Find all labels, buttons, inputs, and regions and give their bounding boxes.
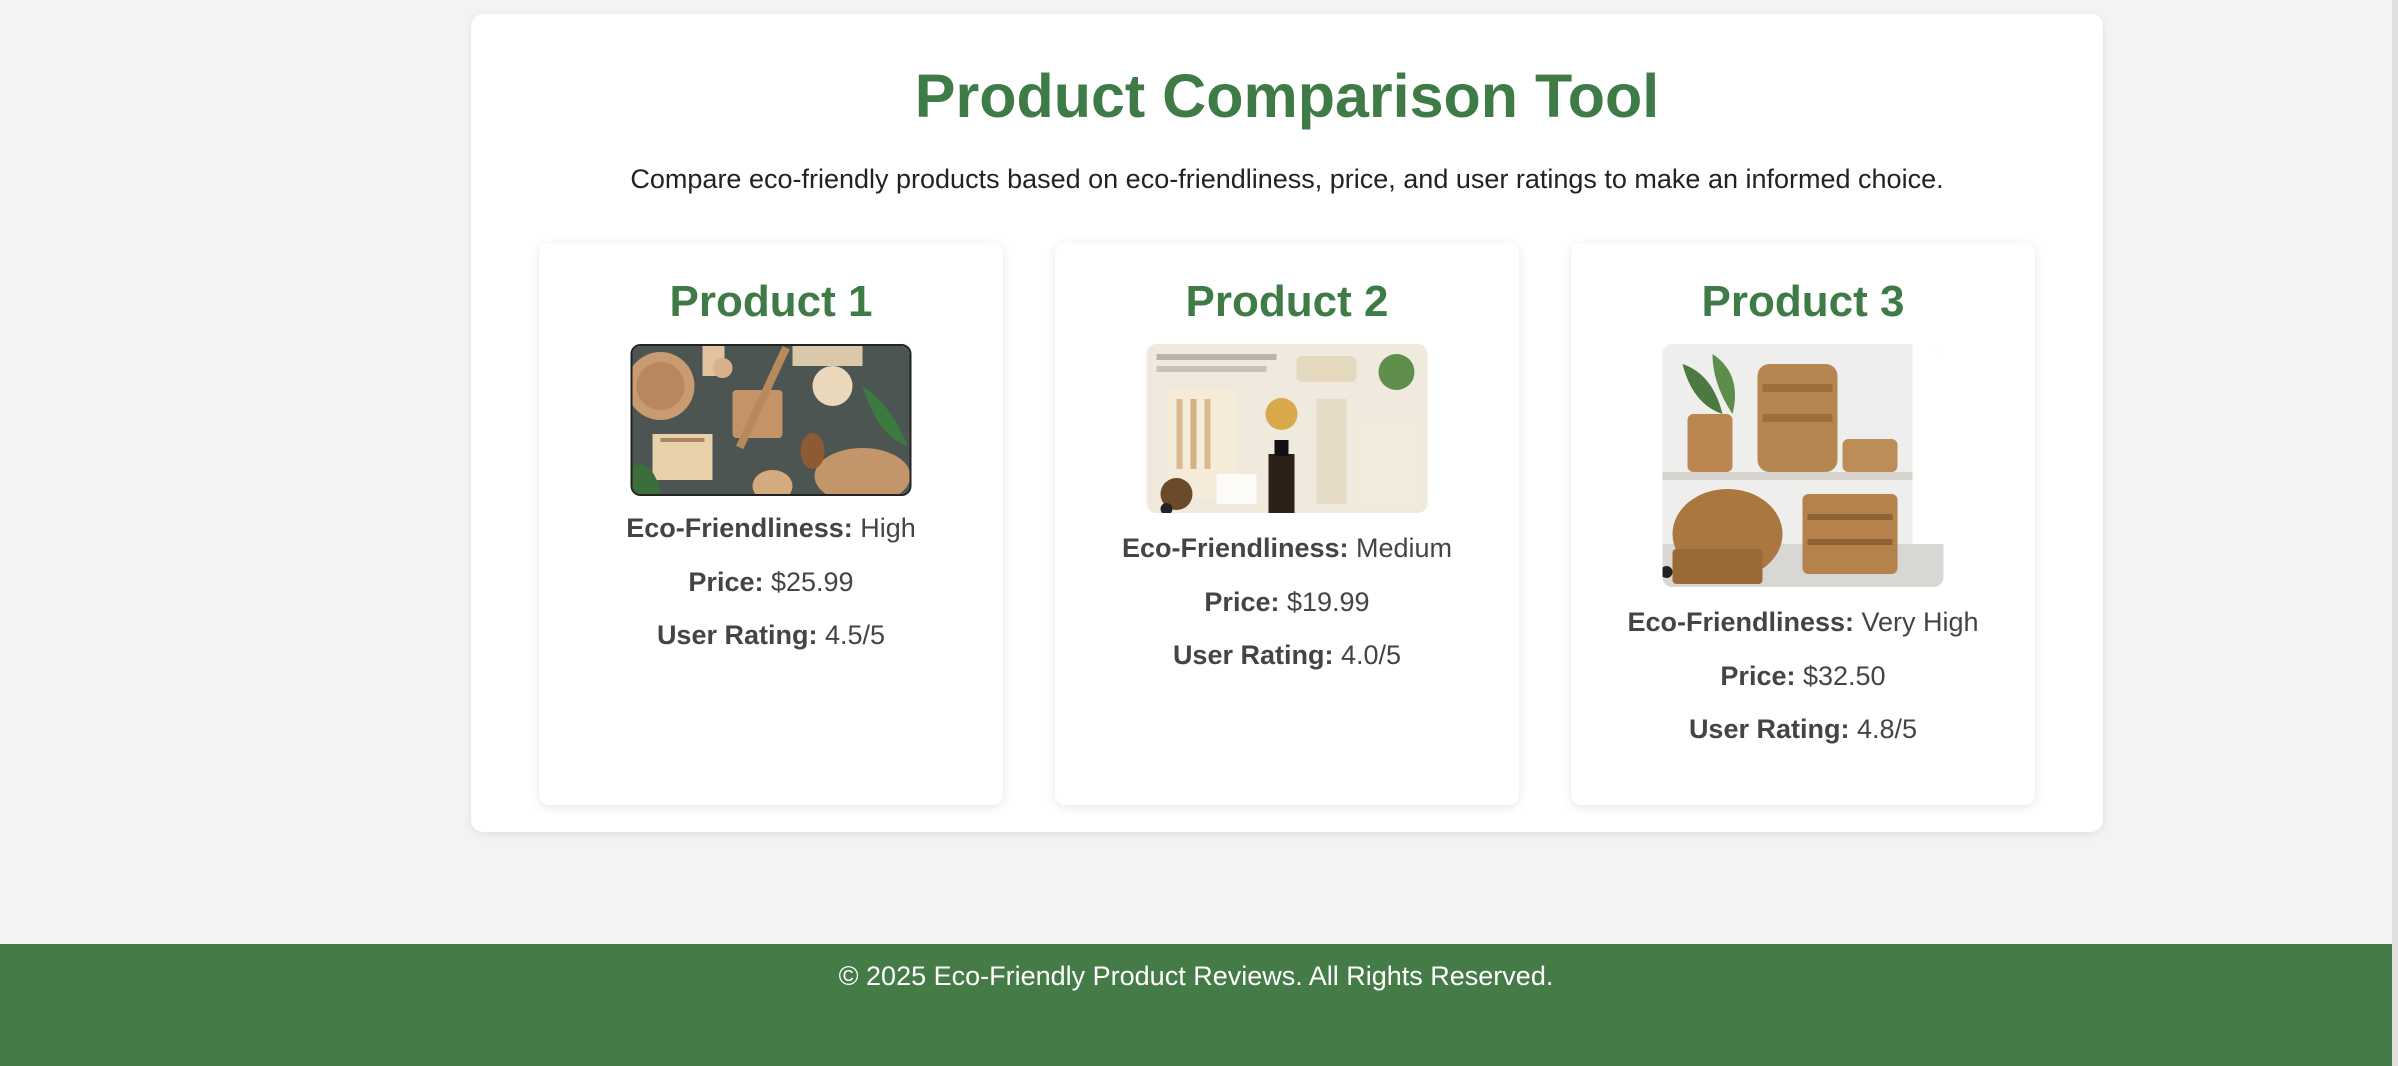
price-row: Price: $19.99 (1055, 587, 1519, 618)
rating-label: User Rating: (656, 620, 818, 650)
eco-label: Eco-Friendliness: (1627, 607, 1854, 637)
rating-row: User Rating: 4.8/5 (1571, 714, 2035, 745)
eco-value: Medium (1356, 533, 1453, 563)
footer: © 2025 Eco-Friendly Product Reviews. All… (0, 944, 2392, 1066)
page-title: Product Comparison Tool (914, 62, 1660, 130)
product-image (1146, 344, 1428, 513)
product-image (630, 344, 912, 496)
eco-value: High (860, 513, 916, 543)
price-label: Price: (1720, 661, 1796, 691)
eco-friendliness-row: Eco-Friendliness: High (539, 513, 1003, 544)
rating-row: User Rating: 4.5/5 (539, 620, 1003, 651)
rating-value: 4.5/5 (824, 620, 886, 650)
rating-label: User Rating: (1172, 640, 1334, 670)
rating-value: 4.8/5 (1856, 714, 1918, 744)
rating-row: User Rating: 4.0/5 (1055, 640, 1519, 671)
eco-friendliness-row: Eco-Friendliness: Very High (1571, 607, 2035, 638)
price-value: $32.50 (1802, 661, 1886, 691)
price-value: $25.99 (770, 567, 854, 597)
product-card-1: Product 1 Eco-Friendliness: High Price: … (539, 243, 1003, 805)
rating-label: User Rating: (1688, 714, 1850, 744)
comparison-container: Product Comparison Tool Compare eco-frie… (471, 14, 2103, 832)
product-title: Product 1 (669, 277, 873, 326)
rating-value: 4.0/5 (1340, 640, 1402, 670)
eco-label: Eco-Friendliness: (626, 513, 853, 543)
eco-value: Very High (1861, 607, 1979, 637)
product-card-3: Product 3 Eco-Friendliness: Very High Pr… (1571, 243, 2035, 805)
price-label: Price: (1204, 587, 1280, 617)
product-image (1662, 344, 1944, 587)
price-row: Price: $25.99 (539, 567, 1003, 598)
price-row: Price: $32.50 (1571, 661, 2035, 692)
page-subtitle: Compare eco-friendly products based on e… (630, 164, 1944, 194)
footer-copyright: © 2025 Eco-Friendly Product Reviews. All… (838, 961, 1554, 991)
eco-label: Eco-Friendliness: (1121, 533, 1349, 563)
product-title: Product 3 (1701, 277, 1905, 326)
eco-friendliness-row: Eco-Friendliness: Medium (1055, 533, 1519, 564)
product-card-2: Product 2 Eco-Friendliness: Medium Price… (1055, 243, 1519, 805)
price-label: Price: (688, 567, 764, 597)
price-value: $19.99 (1286, 587, 1370, 617)
product-title: Product 2 (1185, 277, 1389, 326)
vertical-scrollbar[interactable] (2392, 0, 2398, 1066)
